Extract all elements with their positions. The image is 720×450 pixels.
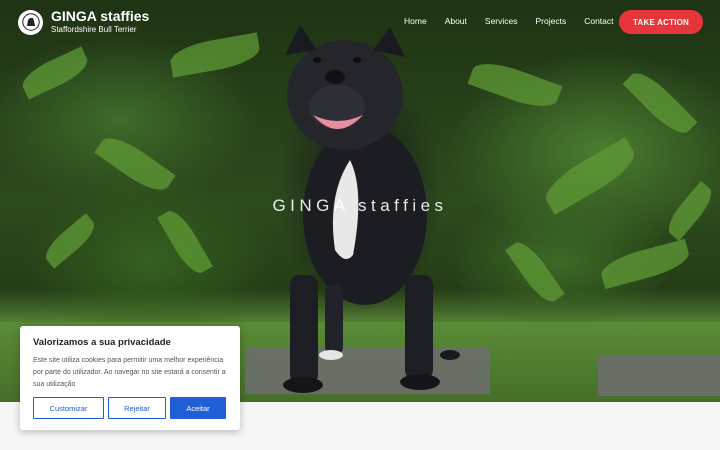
- nav-item-home[interactable]: Home: [404, 16, 427, 26]
- main-menu: Home About Services Projects Contact: [404, 16, 632, 26]
- nav-item-services[interactable]: Services: [485, 16, 518, 26]
- nav-item-projects[interactable]: Projects: [536, 16, 567, 26]
- customize-button[interactable]: Customizar: [33, 397, 104, 419]
- cookie-text: Este site utiliza cookies para permitir …: [33, 357, 226, 388]
- cookie-consent-banner: Valorizamos a sua privacidade Este site …: [20, 326, 240, 430]
- top-navbar: GINGA staffies Staffordshire Bull Terrie…: [0, 0, 720, 44]
- logo-icon[interactable]: [18, 9, 43, 35]
- reject-button[interactable]: Rejeitar: [108, 397, 166, 419]
- take-action-button[interactable]: TAKE ACTION: [619, 10, 703, 34]
- brand-title: GINGA staffies: [51, 8, 150, 24]
- accept-button[interactable]: Aceitar: [170, 397, 226, 419]
- nav-item-about[interactable]: About: [445, 16, 467, 26]
- hero-title: GINGA staffies: [272, 196, 448, 215]
- nav-item-contact[interactable]: Contact: [584, 16, 613, 26]
- brand-subtitle: Staffordshire Bull Terrier: [51, 25, 137, 34]
- brand[interactable]: GINGA staffies Staffordshire Bull Terrie…: [18, 9, 149, 35]
- cookie-title: Valorizamos a sua privacidade: [33, 337, 171, 348]
